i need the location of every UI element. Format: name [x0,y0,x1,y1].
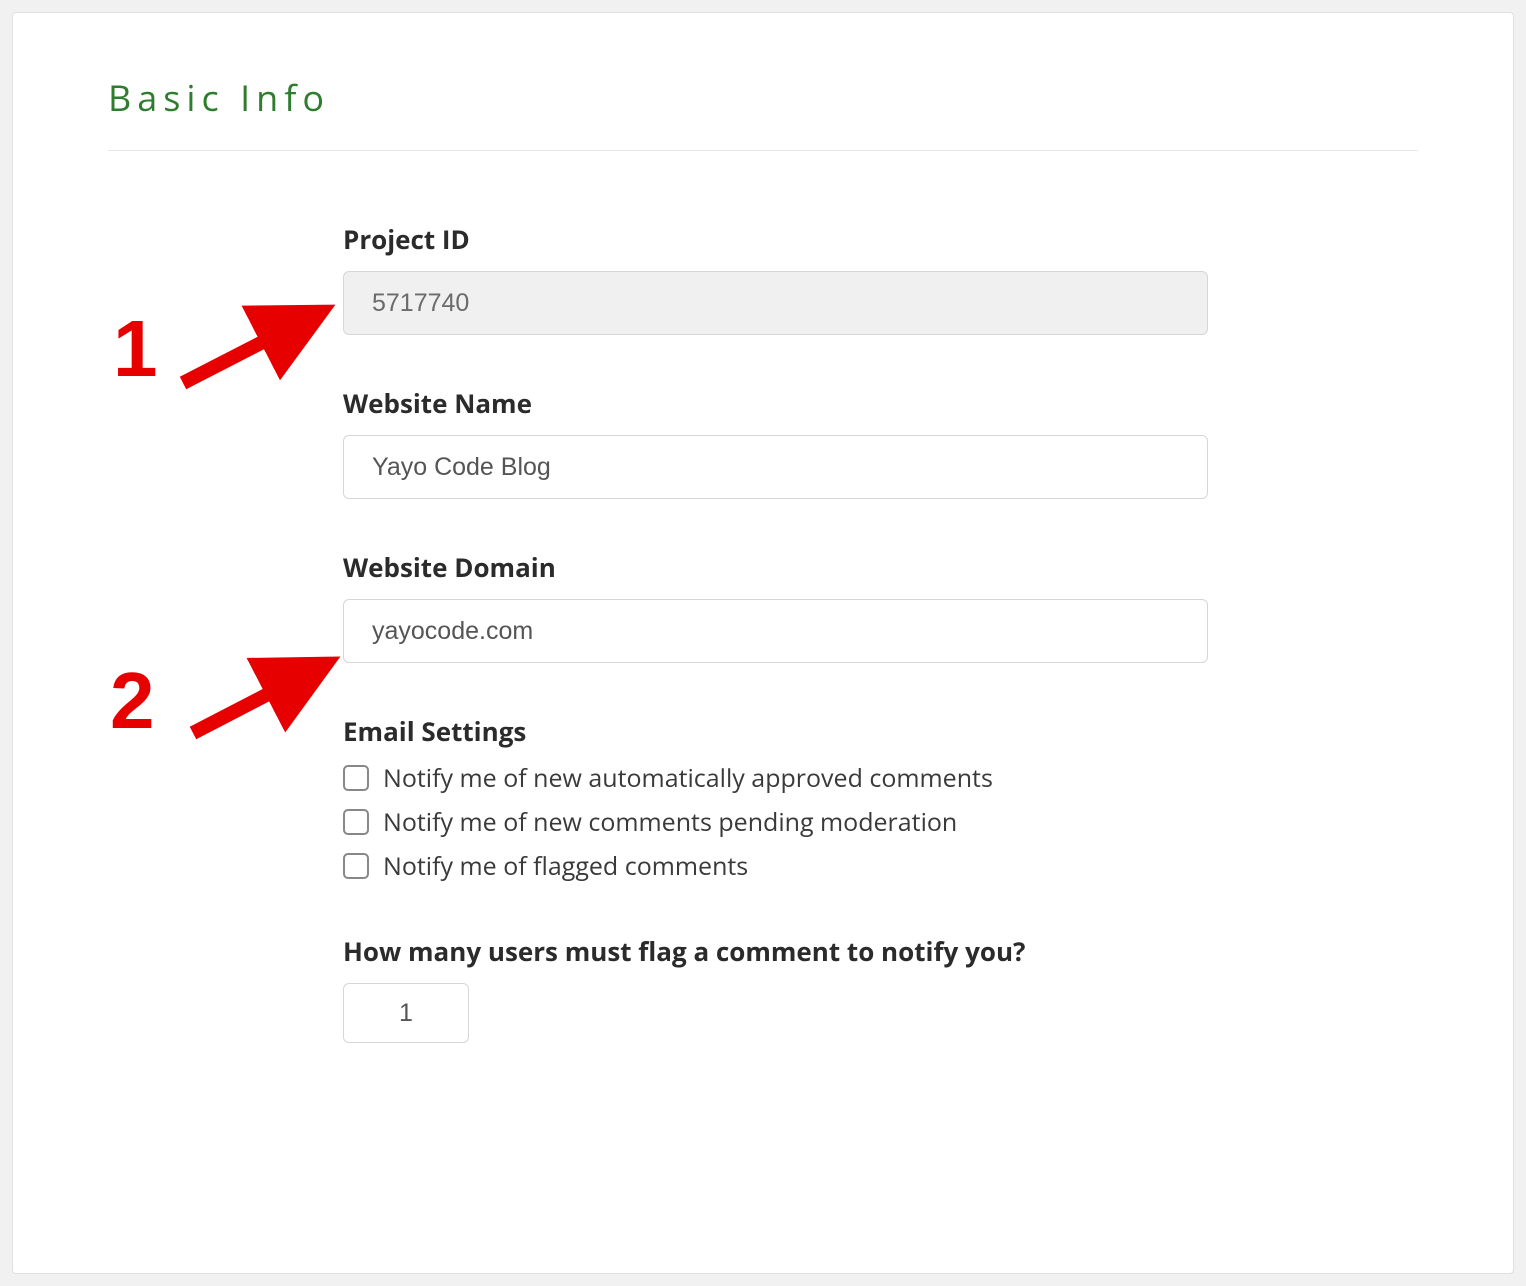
project-id-input[interactable] [343,271,1208,335]
project-id-label: Project ID [343,221,1208,257]
project-id-group: Project ID [343,221,1208,335]
flag-threshold-input[interactable] [343,983,469,1043]
website-domain-group: Website Domain [343,549,1208,663]
checkbox-row-flagged: Notify me of flagged comments [343,849,1208,883]
checkbox-label-flagged[interactable]: Notify me of flagged comments [383,849,748,883]
checkbox-flagged[interactable] [343,853,369,879]
email-settings-label: Email Settings [343,713,1208,749]
flag-threshold-label: How many users must flag a comment to no… [343,933,1208,969]
website-name-input[interactable] [343,435,1208,499]
email-settings-group: Email Settings Notify me of new automati… [343,713,1208,883]
checkbox-row-pending: Notify me of new comments pending modera… [343,805,1208,839]
website-name-label: Website Name [343,385,1208,421]
checkbox-auto-approved[interactable] [343,765,369,791]
flag-threshold-group: How many users must flag a comment to no… [343,933,1208,1043]
annotation-arrow-2-icon [173,643,353,753]
checkbox-pending[interactable] [343,809,369,835]
checkbox-label-pending[interactable]: Notify me of new comments pending modera… [383,805,957,839]
basic-info-card: Basic Info Project ID Website Name Websi… [12,12,1514,1274]
website-domain-label: Website Domain [343,549,1208,585]
section-title: Basic Info [108,73,1418,122]
checkbox-label-auto-approved[interactable]: Notify me of new automatically approved … [383,761,993,795]
checkbox-row-auto-approved: Notify me of new automatically approved … [343,761,1208,795]
website-domain-input[interactable] [343,599,1208,663]
annotation-arrow-1-icon [163,293,343,403]
section-divider [108,150,1418,151]
website-name-group: Website Name [343,385,1208,499]
